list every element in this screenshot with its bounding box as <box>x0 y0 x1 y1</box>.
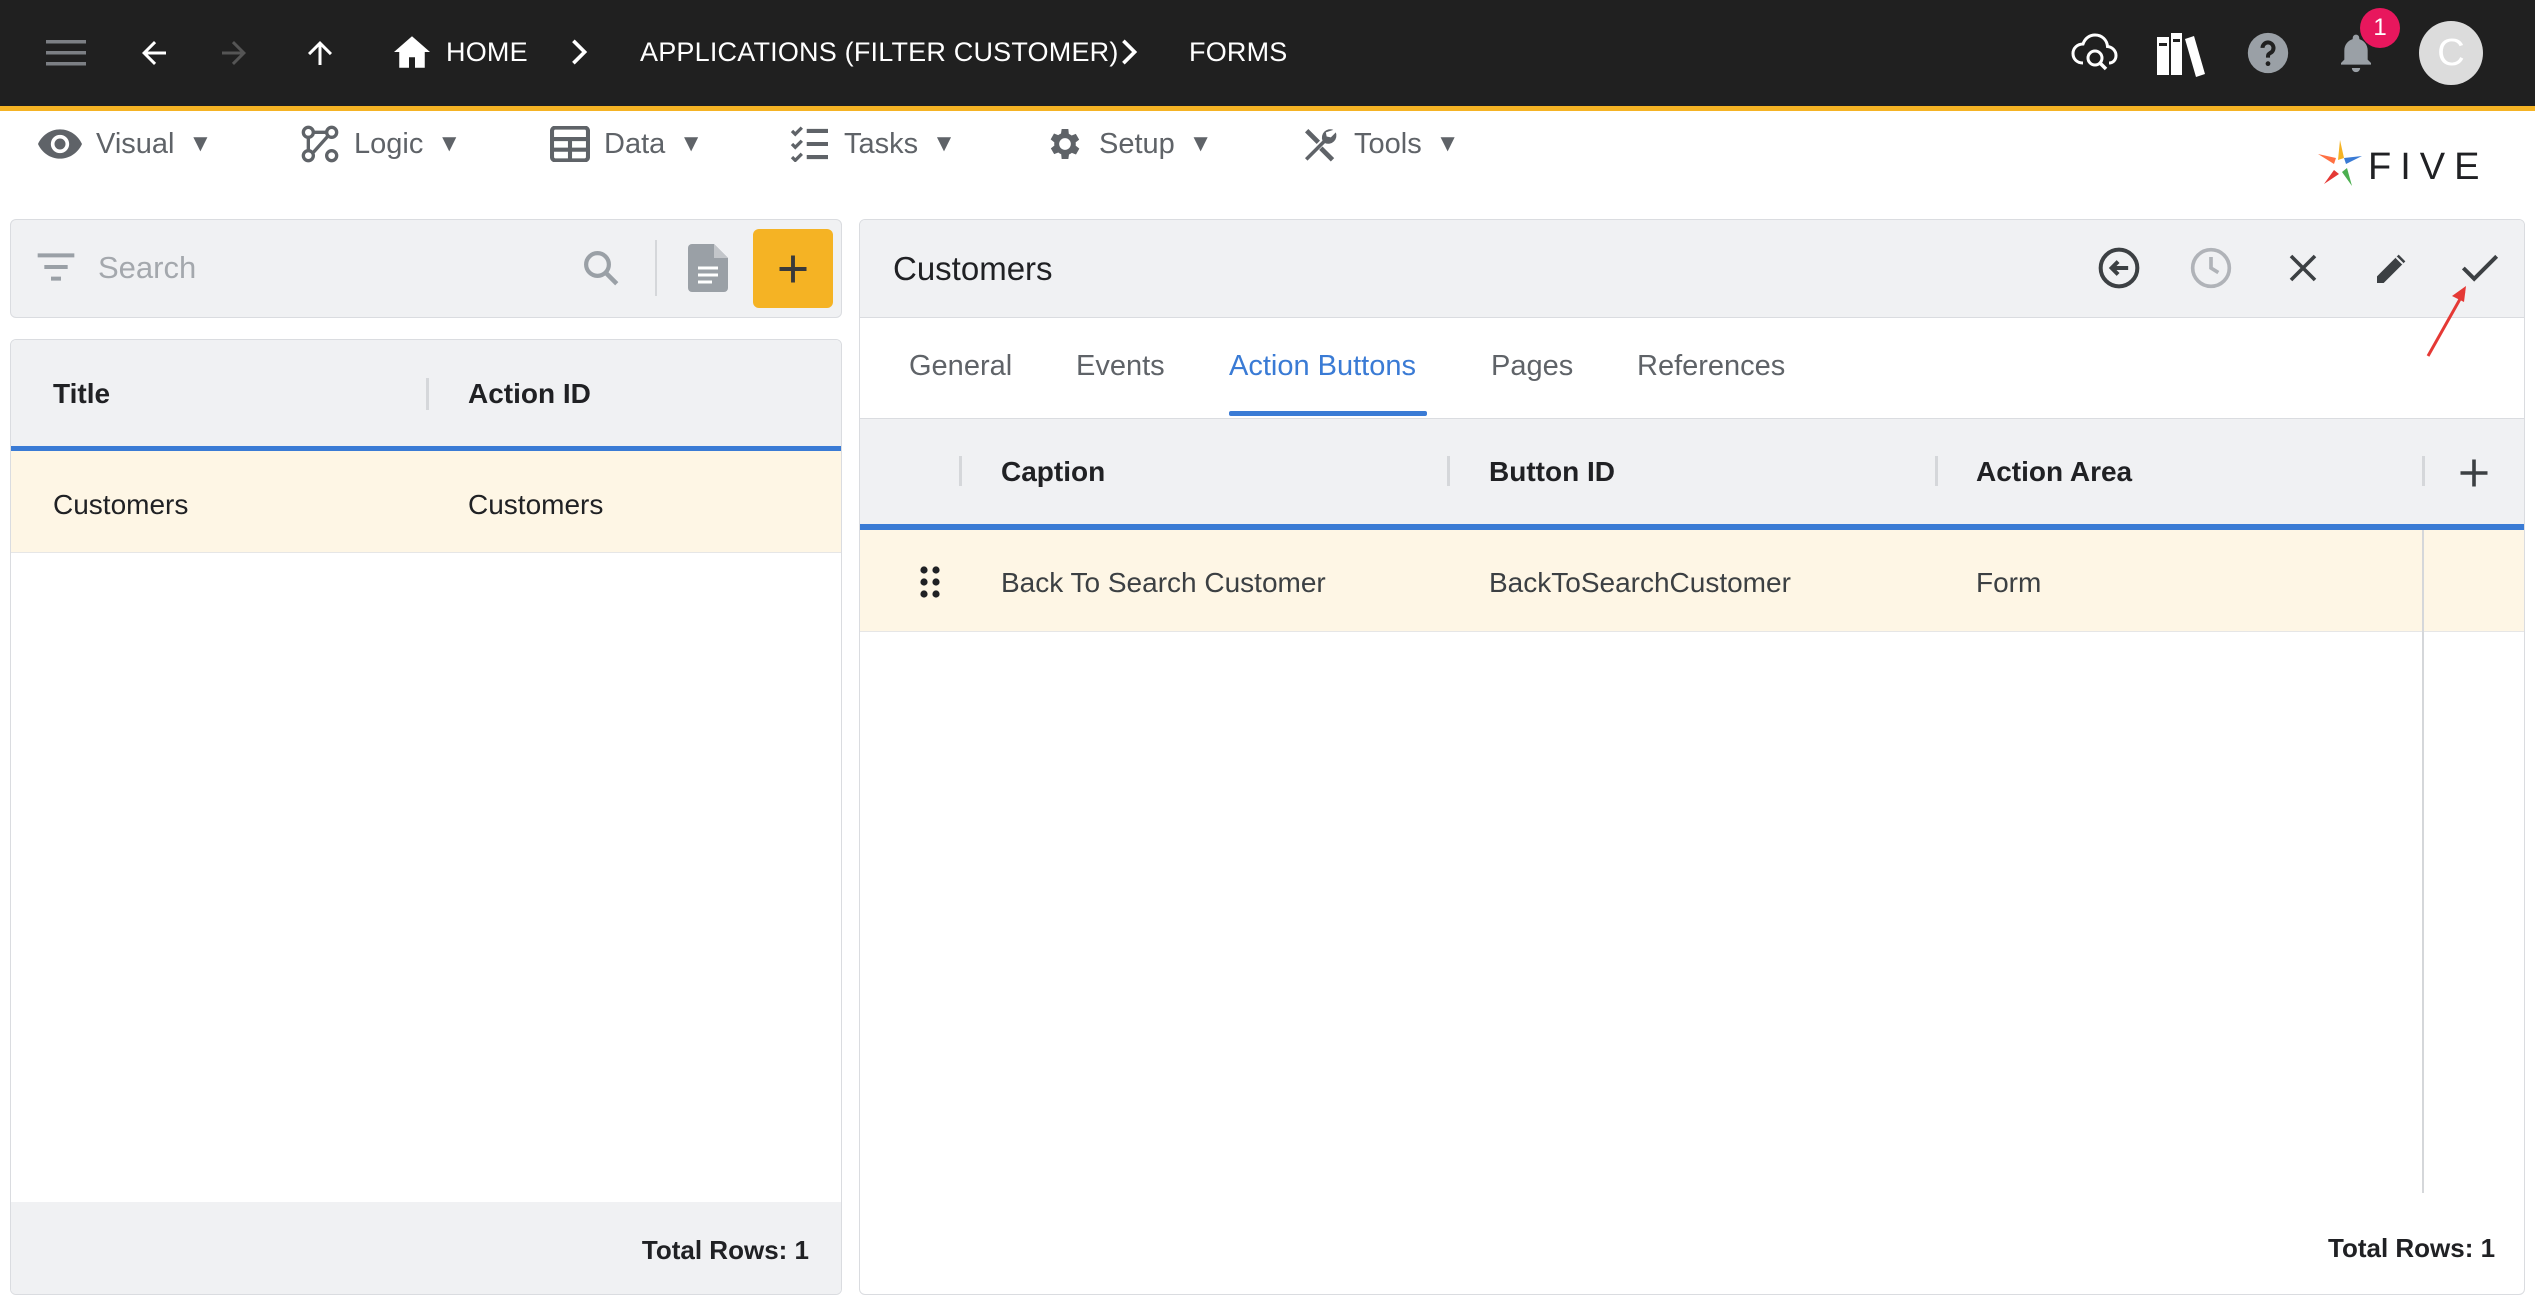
breadcrumb-home[interactable]: HOME <box>446 37 528 68</box>
tab-action-buttons[interactable]: Action Buttons <box>1229 350 1416 383</box>
column-divider[interactable] <box>1447 456 1450 486</box>
back-circle-icon[interactable] <box>2091 240 2147 296</box>
caret-down-icon: ▼ <box>679 130 704 157</box>
forward-arrow-icon[interactable] <box>206 25 262 81</box>
logic-icon <box>300 124 340 164</box>
column-header-caption[interactable]: Caption <box>1001 456 1105 488</box>
menu-data[interactable]: Data ▼ <box>550 120 703 168</box>
plus-icon <box>775 251 811 287</box>
menu-logic-label: Logic <box>354 127 424 160</box>
menu-visual[interactable]: Visual ▼ <box>38 120 212 168</box>
form-title: Customers <box>893 250 1053 287</box>
caret-down-icon: ▼ <box>932 130 956 157</box>
library-books-icon[interactable] <box>2152 25 2208 81</box>
document-icon[interactable] <box>688 244 728 292</box>
back-arrow-icon[interactable] <box>126 25 182 81</box>
grid-vertical-divider <box>2422 530 2424 1193</box>
caret-down-icon: ▼ <box>437 130 462 157</box>
menu-setup[interactable]: Setup ▼ <box>1045 120 1213 168</box>
caret-down-icon: ▼ <box>1188 130 1213 157</box>
tab-pages[interactable]: Pages <box>1491 350 1573 383</box>
menu-logic[interactable]: Logic ▼ <box>300 120 461 168</box>
caret-down-icon: ▼ <box>1435 130 1460 157</box>
notification-badge: 1 <box>2360 8 2400 48</box>
close-icon[interactable] <box>2275 240 2331 296</box>
filter-icon[interactable] <box>36 252 76 282</box>
menu-setup-label: Setup <box>1099 127 1175 160</box>
history-icon[interactable] <box>2183 240 2239 296</box>
five-logo-icon <box>2316 138 2364 188</box>
search-divider <box>655 240 657 296</box>
checklist-icon <box>790 126 830 162</box>
left-total-rows: Total Rows: 1 <box>641 1235 809 1265</box>
menu-tools[interactable]: Tools ▼ <box>1300 120 1459 168</box>
cell-title: Customers <box>53 489 189 520</box>
table-icon <box>550 126 590 162</box>
breadcrumb-forms[interactable]: FORMS <box>1189 37 1288 68</box>
caret-down-icon: ▼ <box>188 130 213 157</box>
annotation-arrow <box>2420 282 2480 362</box>
column-header-title[interactable]: Title <box>53 378 110 410</box>
cell-button-id: BackToSearchCustomer <box>1489 567 1791 598</box>
cell-caption: Back To Search Customer <box>1001 567 1326 598</box>
menu-data-label: Data <box>604 127 666 160</box>
right-total-rows: Total Rows: 1 <box>2328 1233 2496 1263</box>
avatar[interactable]: C <box>2419 21 2483 85</box>
column-header-button-id[interactable]: Button ID <box>1489 456 1615 488</box>
cloud-search-icon[interactable] <box>2066 25 2122 81</box>
left-list: Title Action ID Customers Customers Tota… <box>10 339 842 1295</box>
top-bar-accent <box>0 106 2535 111</box>
search-input[interactable] <box>98 243 568 293</box>
column-divider[interactable] <box>959 456 962 486</box>
tab-events[interactable]: Events <box>1076 350 1165 383</box>
column-header-action-id[interactable]: Action ID <box>468 378 591 410</box>
menu-tasks-label: Tasks <box>844 127 919 160</box>
tools-icon <box>1300 124 1340 164</box>
add-row-plus-icon[interactable] <box>2456 455 2492 491</box>
column-divider[interactable] <box>2422 456 2425 486</box>
hamburger-menu-icon[interactable] <box>38 25 94 81</box>
menu-tasks[interactable]: Tasks ▼ <box>790 120 956 168</box>
cell-action-area: Form <box>1976 567 2042 598</box>
chevron-right-icon <box>570 38 588 66</box>
gear-icon <box>1045 124 1085 164</box>
tab-general[interactable]: General <box>909 350 1012 383</box>
five-logo-text: FIVE <box>2368 146 2489 188</box>
up-arrow-icon[interactable] <box>292 25 348 81</box>
home-icon[interactable] <box>394 36 430 68</box>
column-divider[interactable] <box>426 378 429 410</box>
edit-pencil-icon[interactable] <box>2364 240 2420 296</box>
tab-references[interactable]: References <box>1637 350 1785 383</box>
menu-tools-label: Tools <box>1354 127 1422 160</box>
help-icon[interactable] <box>2240 25 2296 81</box>
cell-action-id: Customers <box>468 489 604 520</box>
column-divider[interactable] <box>1935 456 1938 486</box>
breadcrumb-applications[interactable]: APPLICATIONS (FILTER CUSTOMER) <box>640 37 1119 68</box>
eye-icon <box>38 128 82 160</box>
active-tab-indicator <box>1229 411 1427 416</box>
drag-handle-icon[interactable] <box>918 564 942 600</box>
chevron-right-icon <box>1120 38 1138 66</box>
menu-visual-label: Visual <box>96 127 175 160</box>
add-button[interactable] <box>753 229 833 308</box>
search-icon[interactable] <box>580 247 622 289</box>
grid-header <box>860 418 2524 524</box>
column-header-action-area[interactable]: Action Area <box>1976 456 2132 488</box>
